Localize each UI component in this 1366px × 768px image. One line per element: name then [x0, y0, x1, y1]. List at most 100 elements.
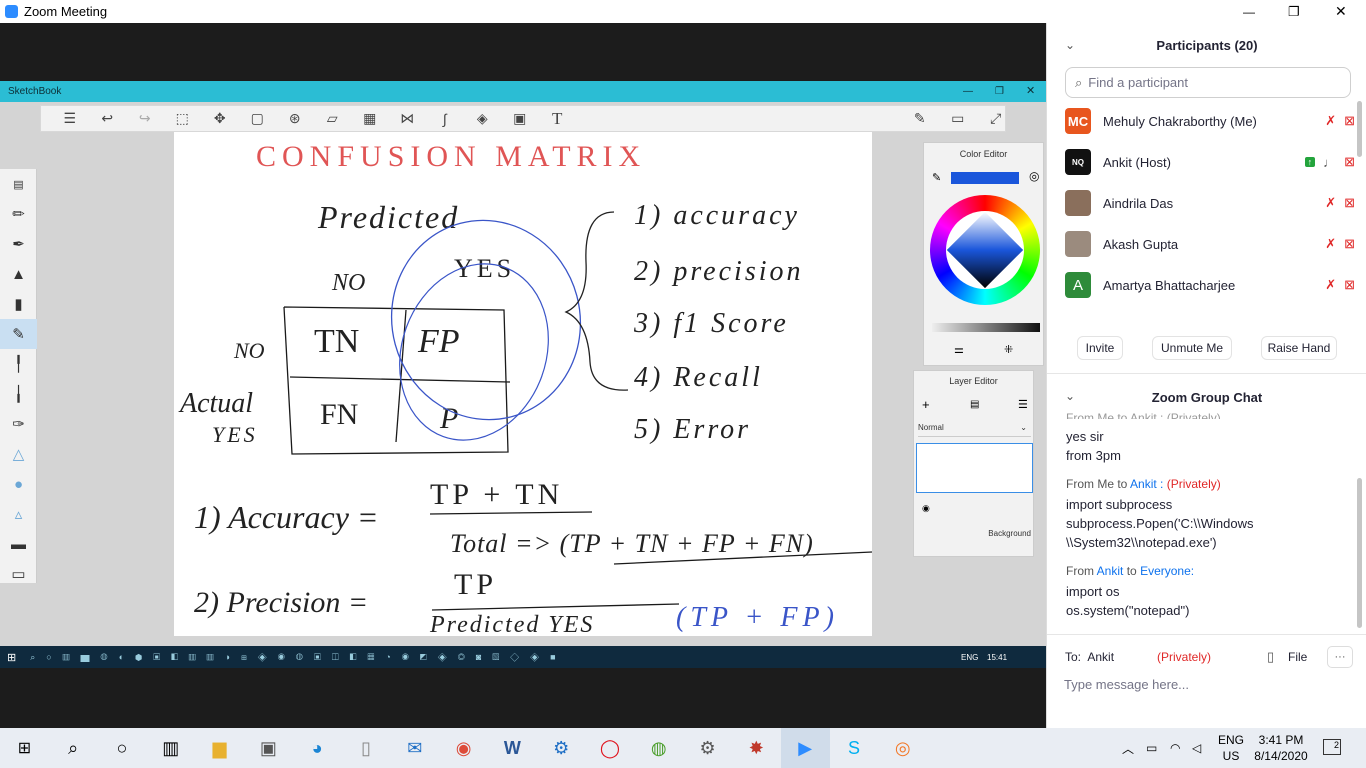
layer-thumbnail-active[interactable] — [916, 443, 1033, 493]
airbrush-icon[interactable]: ▮ — [0, 289, 37, 319]
menu-icon[interactable]: ▤ — [0, 169, 37, 199]
blur-icon[interactable]: △ — [0, 439, 37, 469]
add-layer-icon[interactable]: + — [922, 397, 930, 412]
mic-muted-icon[interactable]: ✗ — [1325, 195, 1336, 211]
participant-row[interactable]: Akash Gupta ✗ ⊠ — [1065, 229, 1355, 259]
jupyter-icon[interactable]: ◎ — [878, 728, 927, 768]
video-off-icon[interactable]: ⊠ — [1344, 195, 1355, 211]
fineliner-icon[interactable]: ╽ — [0, 379, 37, 409]
close-button[interactable]: ✕ — [1335, 3, 1347, 20]
language-indicator[interactable]: ENG US — [1218, 732, 1244, 764]
grayscale-swatches[interactable] — [932, 323, 1040, 332]
eyedropper-icon[interactable]: ✎ — [932, 171, 941, 184]
tray-chevron-icon[interactable]: ︿ — [1122, 740, 1134, 757]
redo-icon[interactable]: ↪ — [126, 110, 164, 127]
chat-recipient[interactable]: To: Ankit — [1065, 650, 1114, 664]
start-button[interactable]: ⊞ — [0, 728, 49, 768]
video-off-icon[interactable]: ⊠ — [1344, 277, 1355, 293]
search-icon[interactable]: ⌕ — [49, 728, 98, 768]
color-wheel[interactable] — [930, 195, 1040, 305]
perspective-icon[interactable]: ▦ — [351, 110, 389, 127]
window-mode-icon[interactable]: ▭ — [939, 110, 977, 127]
unmute-me-button[interactable]: Unmute Me — [1152, 336, 1232, 360]
text-icon[interactable]: T — [539, 109, 577, 129]
participant-row[interactable]: NQ Ankit (Host) ↑ ♩ ⊠ — [1065, 147, 1355, 177]
task-view-icon[interactable]: ▥ — [146, 728, 195, 768]
video-off-icon[interactable]: ⊠ — [1344, 154, 1355, 170]
settings-app-icon[interactable]: ⚙ — [537, 728, 586, 768]
marker-icon[interactable]: ▲ — [0, 259, 37, 289]
video-off-icon[interactable]: ⊠ — [1344, 236, 1355, 252]
flat-eraser-icon[interactable]: ▬ — [0, 529, 37, 559]
participant-row[interactable]: A Amartya Bhattacharjee ✗ ⊠ — [1065, 270, 1355, 300]
undo-icon[interactable]: ↩ — [89, 110, 127, 127]
transform-icon[interactable]: ▢ — [239, 110, 277, 127]
wifi-icon[interactable]: ◠ — [1170, 741, 1180, 755]
fullscreen-icon[interactable]: ⤢ — [977, 110, 1015, 127]
ruler-icon[interactable]: ▱ — [314, 110, 352, 127]
background-layer[interactable]: ◉ Background — [916, 499, 1033, 549]
sketchbook-maximize-icon[interactable]: ❐ — [995, 81, 1004, 102]
file-button[interactable]: File — [1288, 650, 1307, 664]
calligraphy-icon[interactable]: ✑ — [0, 409, 37, 439]
chat-input[interactable]: Type message here... — [1064, 677, 1354, 692]
list-icon[interactable]: ☰ — [51, 110, 89, 127]
shape-icon[interactable]: ◈ — [464, 110, 502, 127]
mic-muted-icon[interactable]: ✗ — [1325, 113, 1336, 129]
word-icon[interactable]: W — [488, 728, 537, 768]
chat-scrollbar[interactable] — [1357, 478, 1362, 628]
eraser-icon[interactable]: ▭ — [0, 559, 37, 589]
notepad-icon[interactable]: ▯ — [342, 728, 391, 768]
mic-muted-icon[interactable]: ✗ — [1325, 236, 1336, 252]
image-icon[interactable]: ▣ — [501, 110, 539, 127]
skype-icon[interactable]: S — [830, 728, 879, 768]
symmetry-icon[interactable]: ⊛ — [276, 110, 314, 127]
participant-row[interactable]: MC Mehuly Chakraborthy (Me) ✗ ⊠ — [1065, 106, 1355, 136]
ink-pen-icon[interactable]: ✒ — [0, 229, 37, 259]
invite-button[interactable]: Invite — [1077, 336, 1123, 360]
zoom-icon[interactable]: ▶ — [780, 728, 830, 768]
smudge-icon[interactable]: ● — [0, 469, 37, 499]
chrome-icon[interactable]: ◉ — [439, 728, 488, 768]
tri-pen-icon[interactable]: ▵ — [0, 499, 37, 529]
more-button[interactable]: ··· — [1327, 646, 1353, 668]
settings-icon[interactable]: ⚙ — [683, 728, 732, 768]
notifications-button[interactable]: 2 — [1323, 739, 1341, 755]
layer-menu-icon[interactable]: ☰ — [1018, 398, 1028, 411]
swatch-grid-icon[interactable]: ⁜ — [1004, 343, 1013, 356]
participants-scrollbar[interactable] — [1357, 101, 1362, 157]
blend-mode-select[interactable]: Normal ⌄ — [918, 423, 1031, 437]
layer-clear-icon[interactable]: ▤ — [970, 399, 979, 410]
drawing-canvas[interactable]: CONFUSION MATRIX Predicted NO YES Actual… — [174, 132, 872, 636]
restore-button[interactable]: ❐ — [1288, 4, 1300, 20]
video-off-icon[interactable]: ⊠ — [1344, 113, 1355, 129]
participant-row[interactable]: Aindrila Das ✗ ⊠ — [1065, 188, 1355, 218]
brush-icon[interactable]: ╿ — [0, 349, 37, 379]
color-picker-mode-icon[interactable]: ◎ — [1029, 169, 1039, 183]
battery-icon[interactable]: ▭ — [1146, 741, 1157, 755]
select-icon[interactable]: ⬚ — [164, 110, 202, 127]
pen-settings-icon[interactable]: ✎ — [901, 110, 939, 127]
sketchbook-minimize-icon[interactable]: — — [963, 81, 973, 102]
raise-hand-button[interactable]: Raise Hand — [1261, 336, 1337, 360]
edge-icon[interactable]: ◕ — [293, 728, 342, 768]
volume-icon[interactable]: ◁ — [1192, 741, 1201, 755]
cortana-icon[interactable]: ○ — [98, 728, 147, 768]
sliders-icon[interactable]: ⚌ — [954, 343, 964, 356]
pencil-icon[interactable]: ✏ — [0, 199, 37, 229]
file-explorer-icon[interactable]: ▆ — [195, 728, 244, 768]
participant-search[interactable]: ⌕ Find a participant — [1065, 67, 1351, 98]
store-icon[interactable]: ▣ — [244, 728, 293, 768]
minimize-button[interactable]: — — [1243, 5, 1255, 19]
photo-app-icon[interactable]: ✸ — [732, 728, 781, 768]
clock[interactable]: 3:41 PM 8/14/2020 — [1254, 732, 1308, 764]
visibility-eye-icon[interactable]: ◉ — [922, 503, 930, 514]
current-color-swatch[interactable] — [951, 172, 1019, 184]
green-app-icon[interactable]: ◍ — [634, 728, 683, 768]
ballpoint-icon[interactable]: ✎ — [0, 319, 37, 349]
mic-on-icon[interactable]: ♩ — [1323, 155, 1336, 170]
curve-icon[interactable]: ∫ — [426, 111, 464, 127]
mirror-icon[interactable]: ⋈ — [389, 110, 427, 127]
file-icon[interactable]: ▯ — [1267, 649, 1274, 665]
mail-icon[interactable]: ✉ — [390, 728, 439, 768]
